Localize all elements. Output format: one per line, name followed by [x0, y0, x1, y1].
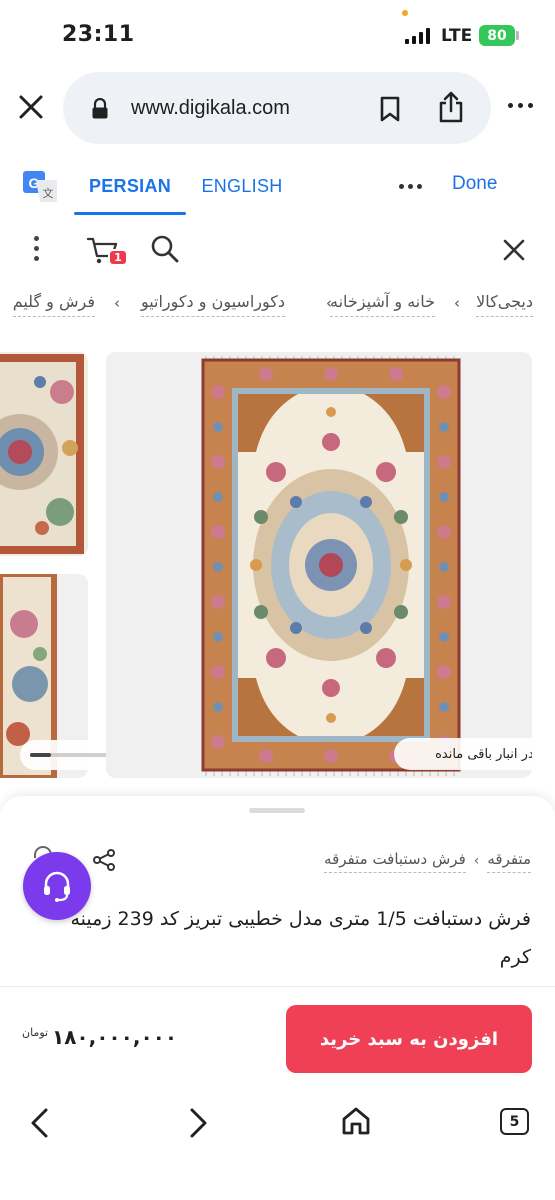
thumbnail-image[interactable] [0, 352, 88, 556]
cart-count-badge: 1 [108, 249, 128, 266]
svg-text:文: 文 [43, 186, 54, 200]
active-tab-indicator [74, 212, 186, 215]
category-link-misc[interactable]: متفرقه [487, 850, 531, 873]
sheet-drag-handle[interactable] [249, 808, 305, 813]
headset-icon [44, 871, 70, 902]
stock-notice-text: تنها ۱ عدد در انبار باقی مانده [435, 746, 532, 762]
search-icon[interactable] [150, 234, 180, 264]
home-icon[interactable] [340, 1105, 372, 1137]
tab-persian[interactable]: PERSIAN [74, 158, 186, 214]
stock-notice: 🔥 تنها ۱ عدد در انبار باقی مانده [394, 738, 532, 770]
price: ۱۸۰,۰۰۰,۰۰۰ [52, 1025, 178, 1049]
gallery-scroll-fill [30, 753, 51, 757]
main-product-image[interactable]: 🔥 تنها ۱ عدد در انبار باقی مانده [106, 352, 532, 778]
lock-icon [92, 98, 108, 119]
breadcrumb-item-digikala[interactable]: دیجی‌کالا [476, 292, 533, 317]
currency-label: تومان [22, 1026, 49, 1039]
network-type: LTE [441, 26, 473, 46]
site-header: 1 [0, 222, 555, 278]
site-menu-icon[interactable] [34, 236, 39, 261]
done-button[interactable]: Done [452, 173, 497, 195]
browser-menu-icon[interactable] [508, 103, 533, 108]
chevron-right-icon: › [114, 294, 120, 312]
battery-tip [516, 31, 519, 40]
product-category-row: متفرقه › فرش دستبافت متفرقه [324, 848, 531, 874]
product-title: فرش دستبافت 1/5 متری مدل خطیبی تبریز کد … [70, 908, 532, 968]
share-icon[interactable] [436, 90, 466, 124]
rug-image-icon [106, 352, 532, 778]
forward-icon[interactable] [186, 1106, 210, 1140]
status-bar: 23:11 LTE 80 [0, 0, 555, 68]
category-link-handwoven-rugs[interactable]: فرش دستبافت متفرقه [324, 850, 466, 873]
chevron-right-icon: › [473, 853, 480, 869]
add-to-cart-button[interactable]: افزودن به سبد خرید [286, 1005, 532, 1073]
browser-toolbar: www.digikala.com [0, 68, 555, 148]
gallery-scroll-track [30, 753, 112, 757]
product-gallery: 5 [0, 352, 555, 780]
chevron-right-icon: › [454, 294, 460, 312]
back-icon[interactable] [28, 1106, 52, 1140]
tab-english[interactable]: ENGLISH [194, 158, 290, 214]
close-icon[interactable] [502, 238, 526, 262]
battery-icon: 80 [479, 25, 515, 46]
bookmark-icon[interactable] [379, 95, 401, 123]
address-bar[interactable]: www.digikala.com [63, 72, 491, 144]
privacy-indicator-dot [402, 10, 408, 16]
signal-icon [405, 28, 430, 44]
google-translate-icon: G 文 [23, 171, 57, 202]
breadcrumb-item-home-kitchen[interactable]: خانه و آشپزخانه [330, 292, 435, 317]
tab-switcher-button[interactable]: 5 [500, 1108, 529, 1135]
close-icon[interactable] [14, 90, 48, 124]
breadcrumb-item-decoration[interactable]: دکوراسیون و دکوراتیو [140, 292, 285, 317]
chevron-right-icon: › [326, 294, 332, 312]
breadcrumb: دیجی‌کالا › خانه و آشپزخانه › دکوراسیون … [0, 292, 555, 326]
status-time: 23:11 [62, 22, 135, 47]
url-text: www.digikala.com [131, 97, 290, 119]
translate-bar: G 文 PERSIAN ENGLISH Done [0, 158, 555, 218]
translate-menu-icon[interactable] [399, 184, 422, 189]
support-chat-button[interactable] [23, 852, 91, 920]
share-nodes-icon[interactable] [92, 848, 116, 872]
breadcrumb-item-rugs[interactable]: فرش و گلیم [12, 292, 95, 317]
purchase-bar: افزودن به سبد خرید ۱۸۰,۰۰۰,۰۰۰ تومان [0, 986, 555, 1086]
rug-thumbnail-icon [0, 352, 88, 556]
browser-bottom-nav: 5 [0, 1086, 555, 1200]
